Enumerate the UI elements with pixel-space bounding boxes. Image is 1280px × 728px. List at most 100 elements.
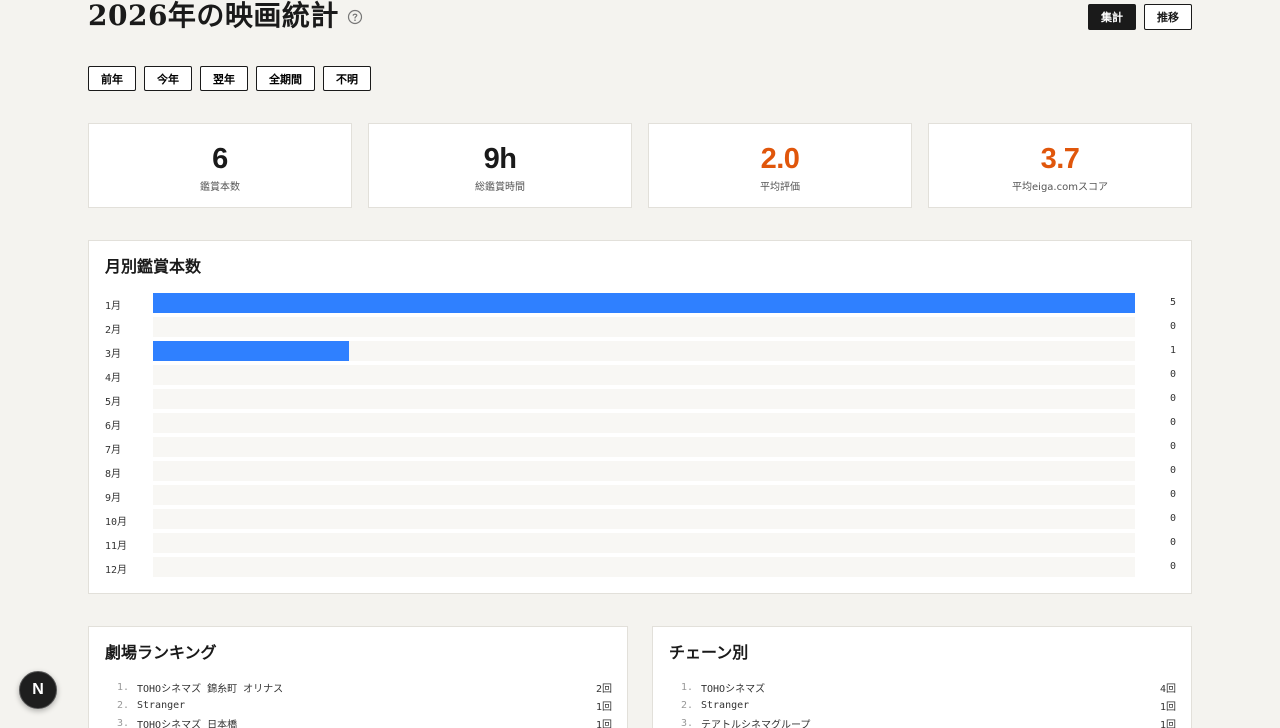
theater-name: Stranger	[137, 699, 186, 711]
visit-count: 1回	[595, 701, 612, 713]
theater-name: TOHOシネマズ 錦糸町 オリナス	[137, 683, 284, 695]
month-count: 0	[1169, 489, 1176, 500]
month-count: 0	[1169, 393, 1176, 404]
month-label: 2月	[105, 325, 122, 336]
month-row: 7月 0	[105, 437, 1176, 461]
stat-card-average-rating: 2.0 平均評価	[648, 123, 912, 208]
stat-cards: 6 鑑賞本数 9h 総鑑賞時間 2.0 平均評価 3.7 平均eiga.comス…	[88, 123, 1192, 208]
bar-track	[153, 485, 1135, 505]
help-circle-icon[interactable]	[347, 9, 363, 25]
trend-view-button[interactable]: 推移	[1144, 4, 1192, 30]
month-label: 11月	[105, 541, 128, 552]
month-row: 9月 0	[105, 485, 1176, 509]
month-row: 3月 1	[105, 341, 1176, 365]
month-count: 0	[1169, 561, 1176, 572]
list-item: 2. Stranger 1回	[105, 696, 612, 714]
stat-value: 3.7	[1040, 143, 1080, 175]
bar-track	[153, 509, 1135, 529]
all-time-button[interactable]: 全期間	[256, 66, 315, 91]
rank-number: 1.	[680, 681, 693, 693]
bar-track	[153, 557, 1135, 577]
chain-name: TOHOシネマズ	[701, 683, 766, 695]
theater-ranking-list: 1. TOHOシネマズ 錦糸町 オリナス 2回 2. Stranger 1回 3…	[105, 678, 612, 728]
stat-card-eiga-score: 3.7 平均eiga.comスコア	[928, 123, 1192, 208]
list-item: 1. TOHOシネマズ 4回	[669, 678, 1176, 696]
month-count: 5	[1169, 297, 1176, 308]
theater-ranking-panel: 劇場ランキング 1. TOHOシネマズ 錦糸町 オリナス 2回 2. Stran…	[88, 626, 628, 728]
bar-track	[153, 365, 1135, 385]
month-row: 10月 0	[105, 509, 1176, 533]
month-row: 2月 0	[105, 317, 1176, 341]
stat-value: 2.0	[760, 143, 800, 175]
chain-name: Stranger	[701, 699, 750, 711]
month-label: 1月	[105, 301, 122, 312]
nextjs-dev-indicator-icon[interactable]: N	[19, 671, 57, 709]
stat-value: 6	[212, 143, 228, 175]
this-year-button[interactable]: 今年	[144, 66, 192, 91]
list-item: 1. TOHOシネマズ 錦糸町 オリナス 2回	[105, 678, 612, 696]
bar-track	[153, 413, 1135, 433]
month-bar	[153, 341, 350, 361]
bar-track	[153, 293, 1135, 313]
month-label: 9月	[105, 493, 122, 504]
month-row: 8月 0	[105, 461, 1176, 485]
month-count: 0	[1169, 417, 1176, 428]
month-count: 0	[1169, 513, 1176, 524]
visit-count: 1回	[1159, 701, 1176, 713]
rank-number: 3.	[680, 717, 693, 728]
bar-track	[153, 437, 1135, 457]
stats-page: 2026年の映画統計 集計 推移 前年 今年 翌年 全期間 不明 6 鑑賞本数 …	[0, 0, 1280, 728]
month-label: 7月	[105, 445, 122, 456]
visit-count: 2回	[595, 683, 612, 695]
month-row: 5月 0	[105, 389, 1176, 413]
list-item: 3. TOHOシネマズ 日本橋 1回	[105, 714, 612, 728]
panel-title: 月別鑑賞本数	[105, 257, 202, 276]
stat-label: 総鑑賞時間	[475, 182, 525, 193]
stat-value: 9h	[483, 143, 517, 175]
bar-track	[153, 461, 1135, 481]
chain-ranking-panel: チェーン別 1. TOHOシネマズ 4回 2. Stranger 1回 3. テ…	[652, 626, 1192, 728]
month-row: 6月 0	[105, 413, 1176, 437]
month-label: 6月	[105, 421, 122, 432]
month-label: 3月	[105, 349, 122, 360]
panel-title: 劇場ランキング	[105, 643, 217, 662]
month-row: 12月 0	[105, 557, 1176, 581]
month-row: 4月 0	[105, 365, 1176, 389]
month-row: 1月 5	[105, 293, 1176, 317]
monthly-bar-list: 1月 5 2月 0 3月 1 4月 0 5月 0 6月 0 7月 0 8月 0 9月 0 10月 0 11月 0 12月 0	[105, 293, 1176, 581]
theater-name: TOHOシネマズ 日本橋	[137, 719, 238, 728]
bar-track	[153, 341, 1135, 361]
stat-label: 鑑賞本数	[200, 182, 240, 193]
rank-number: 3.	[116, 717, 129, 728]
month-count: 0	[1169, 537, 1176, 548]
month-bar	[153, 293, 1135, 313]
month-label: 12月	[105, 565, 128, 576]
month-count: 0	[1169, 465, 1176, 476]
view-toggle: 集計 推移	[1088, 4, 1192, 30]
bar-track	[153, 389, 1135, 409]
stat-label: 平均eiga.comスコア	[1012, 182, 1108, 193]
previous-year-button[interactable]: 前年	[88, 66, 136, 91]
month-label: 4月	[105, 373, 122, 384]
unknown-date-button[interactable]: 不明	[323, 66, 371, 91]
stat-card-total-time: 9h 総鑑賞時間	[368, 123, 632, 208]
stat-label: 平均評価	[760, 182, 800, 193]
rank-number: 1.	[116, 681, 129, 693]
bar-track	[153, 533, 1135, 553]
summary-view-button[interactable]: 集計	[1088, 4, 1136, 30]
month-count: 0	[1169, 369, 1176, 380]
chain-ranking-list: 1. TOHOシネマズ 4回 2. Stranger 1回 3. テアトルシネマ…	[669, 678, 1176, 728]
visit-count: 1回	[1159, 719, 1176, 728]
month-count: 1	[1169, 345, 1176, 356]
visit-count: 4回	[1159, 683, 1176, 695]
period-filters: 前年 今年 翌年 全期間 不明	[88, 66, 371, 91]
visit-count: 1回	[595, 719, 612, 728]
rank-number: 2.	[680, 699, 693, 711]
month-label: 8月	[105, 469, 122, 480]
next-year-button[interactable]: 翌年	[200, 66, 248, 91]
month-label: 10月	[105, 517, 128, 528]
page-title: 2026年の映画統計	[88, 0, 339, 32]
list-item: 2. Stranger 1回	[669, 696, 1176, 714]
monthly-count-panel: 月別鑑賞本数 1月 5 2月 0 3月 1 4月 0 5月 0 6月 0 7月 0 8月 0 9月 0 10月 0 11…	[88, 240, 1192, 594]
list-item: 3. テアトルシネマグループ 1回	[669, 714, 1176, 728]
